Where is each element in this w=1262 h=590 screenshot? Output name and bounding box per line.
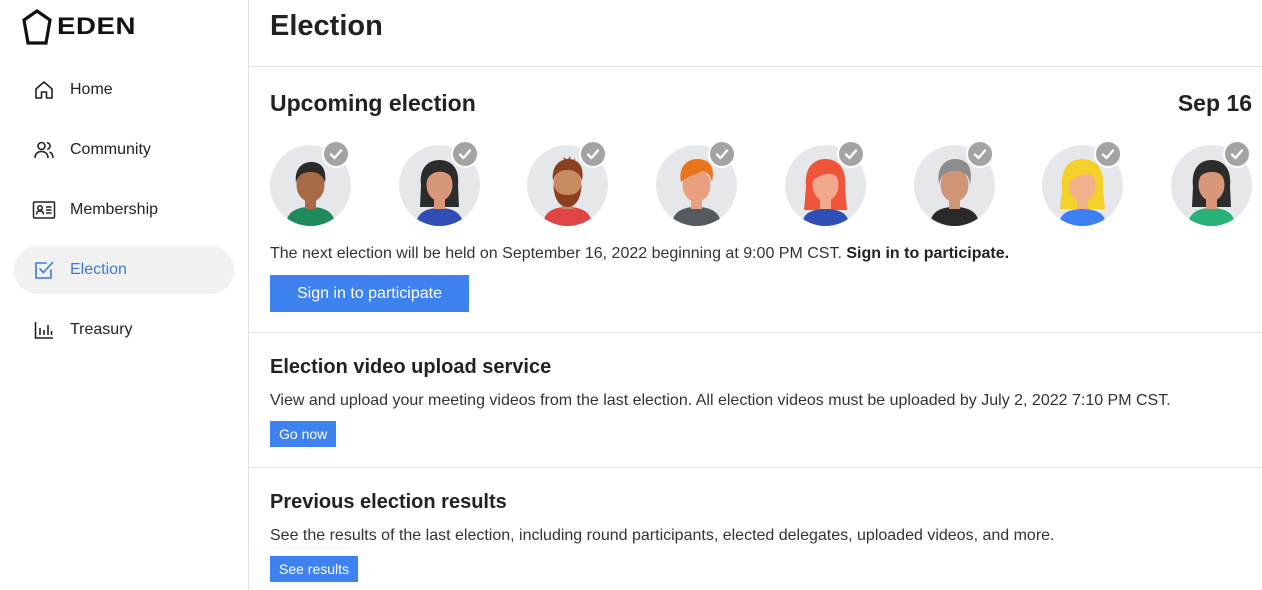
check-icon	[322, 140, 350, 168]
go-now-button[interactable]: Go now	[270, 421, 337, 447]
check-icon	[451, 140, 479, 168]
sidebar-item-membership[interactable]: Membership	[14, 186, 234, 234]
main-content: Election Upcoming election Sep 16 The ne…	[250, 0, 1262, 590]
eden-logo[interactable]: EDEN	[21, 7, 135, 47]
upcoming-election-title: Upcoming election	[270, 90, 476, 116]
sidebar-item-label: Home	[70, 81, 113, 98]
sidebar-nav: Home Community Membership Election Treas…	[14, 66, 234, 366]
election-date: Sep 16	[1177, 90, 1252, 116]
check-icon	[579, 140, 607, 168]
sidebar-item-label: Treasury	[70, 321, 133, 338]
check-icon	[837, 140, 865, 168]
delegate-avatar[interactable]	[785, 140, 869, 226]
people-icon	[32, 138, 56, 162]
sidebar-item-community[interactable]: Community	[14, 126, 234, 174]
sidebar-item-home[interactable]: Home	[14, 66, 234, 114]
logo-text: EDEN	[57, 13, 136, 40]
see-results-button[interactable]: See results	[270, 556, 359, 582]
divider	[250, 66, 1262, 67]
previous-results-title: Previous election results	[270, 491, 507, 513]
video-upload-title: Election video upload service	[270, 356, 552, 378]
check-icon	[708, 140, 736, 168]
sign-in-button[interactable]: Sign in to participate	[270, 275, 469, 312]
upcoming-election-description: The next election will be held on Septem…	[270, 245, 842, 262]
check-icon	[966, 140, 994, 168]
pentagon-icon	[22, 9, 52, 45]
delegate-avatar[interactable]	[1171, 140, 1255, 226]
page-title: Election	[270, 10, 383, 42]
sidebar-item-treasury[interactable]: Treasury	[14, 306, 234, 354]
delegate-avatar[interactable]	[1042, 140, 1126, 226]
delegate-avatar[interactable]	[914, 140, 998, 226]
checkbox-icon	[32, 258, 56, 282]
check-icon	[1223, 140, 1251, 168]
delegate-avatar[interactable]	[656, 140, 740, 226]
id-card-icon	[32, 198, 56, 222]
sidebar: EDEN Home Community Membership Election …	[0, 0, 249, 590]
delegate-avatars	[270, 140, 1260, 230]
delegate-avatar[interactable]	[527, 140, 611, 226]
divider	[250, 467, 1262, 468]
sidebar-item-label: Membership	[70, 201, 159, 218]
bar-chart-icon	[32, 318, 56, 342]
previous-results-text: See the results of the last election, in…	[270, 527, 1055, 544]
sign-in-prompt: Sign in to participate.	[846, 245, 1010, 262]
sidebar-item-label: Election	[70, 261, 127, 278]
sidebar-item-label: Community	[70, 141, 151, 158]
delegate-avatar[interactable]	[399, 140, 483, 226]
delegate-avatar[interactable]	[270, 140, 354, 226]
upcoming-election-text: The next election will be held on Septem…	[270, 245, 1009, 263]
sidebar-item-election[interactable]: Election	[14, 246, 234, 294]
home-icon	[32, 78, 56, 102]
divider	[250, 332, 1262, 333]
video-upload-text: View and upload your meeting videos from…	[270, 392, 1171, 409]
check-icon	[1094, 140, 1122, 168]
